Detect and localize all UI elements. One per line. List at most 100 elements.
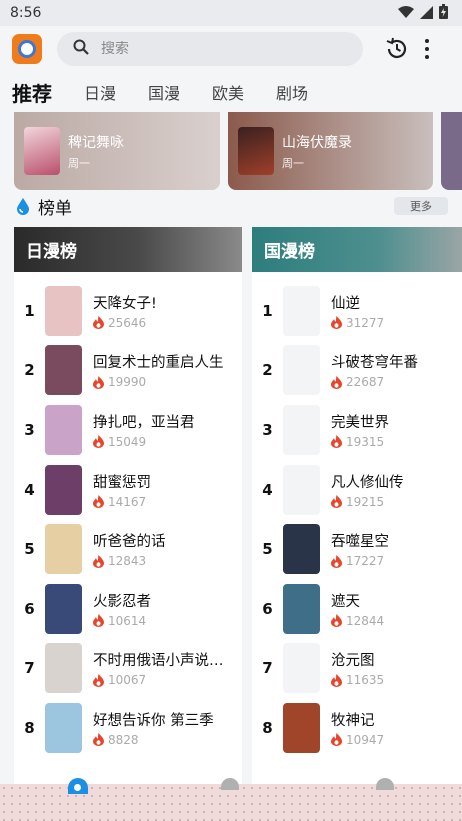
ranking-item[interactable]: 2 斗破苍穹年番 22687 — [252, 341, 462, 401]
heat-count: 10947 — [346, 732, 385, 747]
heat-count: 31277 — [346, 315, 385, 330]
fire-icon — [93, 435, 104, 449]
fire-icon — [331, 614, 342, 628]
japan-ranking-list: 1 天降女子! 25646 2 回复术士的重启人生 19990 3 挣扎吧，亚当君 15049 4… — [14, 272, 242, 758]
fire-icon — [93, 316, 104, 330]
tab-japanese[interactable]: 日漫 — [84, 80, 116, 104]
banner-cover — [238, 127, 274, 175]
fire-icon — [93, 375, 104, 389]
banner-card[interactable]: 稗记舞咏 周一 — [14, 112, 220, 190]
item-heat: 19315 — [331, 435, 389, 449]
ranking-item[interactable]: 5 听爸爸的话 12843 — [14, 519, 242, 579]
ranking-item[interactable]: 7 不时用俄语小声说真心话的邻桌艾莉同学 10067 — [14, 639, 242, 699]
japan-ranking-title[interactable]: 日漫榜 — [14, 227, 242, 272]
cover-thumbnail — [45, 464, 82, 515]
tab-theater[interactable]: 剧场 — [276, 80, 308, 104]
item-heat: 22687 — [331, 375, 418, 389]
droplet-icon — [14, 197, 32, 215]
more-menu-icon[interactable] — [423, 37, 431, 61]
ranking-item[interactable]: 4 甜蜜惩罚 14167 — [14, 460, 242, 520]
item-title: 斗破苍穹年番 — [331, 355, 418, 372]
tab-western[interactable]: 欧美 — [212, 80, 244, 104]
rank-number: 6 — [262, 599, 273, 618]
fire-icon — [331, 554, 342, 568]
banner-title: 山海伏魔录 — [282, 134, 352, 151]
ranking-item[interactable]: 4 凡人修仙传 19215 — [252, 460, 462, 520]
heat-count: 14167 — [108, 494, 147, 509]
rank-number: 4 — [24, 480, 35, 499]
item-heat: 19990 — [93, 375, 224, 389]
history-icon[interactable] — [385, 37, 409, 61]
ranking-item[interactable]: 2 回复术士的重启人生 19990 — [14, 341, 242, 401]
item-title: 火影忍者 — [93, 593, 151, 610]
search-input[interactable] — [101, 41, 301, 57]
cover-thumbnail — [45, 404, 82, 455]
home-nav-icon[interactable] — [68, 778, 88, 794]
heat-count: 25646 — [108, 315, 147, 330]
app-logo[interactable] — [12, 34, 42, 64]
item-meta: 牧神记 10947 — [331, 709, 384, 747]
item-meta: 不时用俄语小声说真心话的邻桌艾莉同学 10067 — [93, 649, 233, 687]
ranking-item[interactable]: 6 火影忍者 10614 — [14, 579, 242, 639]
item-heat: 10067 — [93, 673, 233, 687]
item-meta: 挣扎吧，亚当君 15049 — [93, 411, 195, 449]
item-heat: 25646 — [93, 316, 157, 330]
heat-count: 11635 — [346, 673, 385, 688]
banner-day: 周一 — [282, 156, 304, 170]
cover-thumbnail — [283, 524, 320, 575]
banner-card[interactable] — [441, 112, 462, 190]
ranking-item[interactable]: 7 沧元图 11635 — [252, 639, 462, 699]
ranking-item[interactable]: 6 遮天 12844 — [252, 579, 462, 639]
search-bar[interactable] — [57, 32, 363, 66]
cover-thumbnail — [283, 404, 320, 455]
ranking-item[interactable]: 8 牧神记 10947 — [252, 698, 462, 758]
ranking-item[interactable]: 3 完美世界 19315 — [252, 400, 462, 460]
status-icons — [398, 3, 448, 23]
ranking-item[interactable]: 8 好想告诉你 第三季 8828 — [14, 698, 242, 758]
ranking-item[interactable]: 5 吞噬星空 17227 — [252, 519, 462, 579]
fire-icon — [93, 495, 104, 509]
item-heat: 8828 — [93, 733, 214, 747]
item-meta: 斗破苍穹年番 22687 — [331, 351, 418, 389]
nav-icon[interactable] — [221, 778, 239, 790]
heat-count: 8828 — [108, 732, 139, 747]
fire-icon — [93, 614, 104, 628]
tab-recommend[interactable]: 推荐 — [12, 78, 52, 115]
ranking-item[interactable]: 3 挣扎吧，亚当君 15049 — [14, 400, 242, 460]
item-heat: 11635 — [331, 673, 384, 687]
nav-icon[interactable] — [376, 778, 394, 790]
item-meta: 好想告诉你 第三季 8828 — [93, 709, 214, 747]
heat-count: 19315 — [346, 434, 385, 449]
more-button[interactable]: 更多 — [394, 197, 448, 215]
fire-icon — [93, 733, 104, 747]
tab-chinese[interactable]: 国漫 — [148, 80, 180, 104]
item-title: 完美世界 — [331, 414, 389, 431]
heat-count: 22687 — [346, 375, 385, 390]
item-meta: 凡人修仙传 19215 — [331, 471, 404, 509]
rank-number: 3 — [262, 420, 273, 439]
item-title: 听爸爸的话 — [93, 534, 166, 551]
china-ranking-title[interactable]: 国漫榜 — [252, 227, 462, 272]
fire-icon — [331, 316, 342, 330]
cover-thumbnail — [45, 285, 82, 336]
item-meta: 天降女子! 25646 — [93, 292, 157, 330]
heat-count: 19215 — [346, 494, 385, 509]
fire-icon — [331, 495, 342, 509]
item-meta: 沧元图 11635 — [331, 649, 384, 687]
cover-thumbnail — [283, 345, 320, 396]
banner-day: 周一 — [68, 156, 90, 170]
item-heat: 14167 — [93, 495, 151, 509]
banner-card[interactable]: 山海伏魔录 周一 — [228, 112, 433, 190]
ranking-header: 榜单 更多 — [14, 194, 448, 219]
heat-count: 10614 — [108, 613, 147, 628]
cover-thumbnail — [45, 524, 82, 575]
item-title: 甜蜜惩罚 — [93, 474, 151, 491]
search-icon — [73, 39, 89, 59]
ranking-item[interactable]: 1 仙逆 31277 — [252, 281, 462, 341]
status-time: 8:56 — [10, 5, 42, 21]
item-meta: 火影忍者 10614 — [93, 590, 151, 628]
ranking-item[interactable]: 1 天降女子! 25646 — [14, 281, 242, 341]
item-meta: 仙逆 31277 — [331, 292, 384, 330]
cover-thumbnail — [283, 702, 320, 753]
fire-icon — [331, 375, 342, 389]
